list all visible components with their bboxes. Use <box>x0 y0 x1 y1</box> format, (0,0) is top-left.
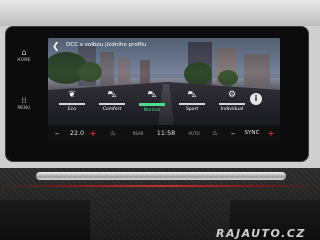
mode-normal[interactable]: ⛍ Normal <box>132 90 172 124</box>
mode-eco[interactable]: ❦ Eco <box>52 90 92 124</box>
mode-label: Eco <box>67 107 77 112</box>
chrome-trim-strip <box>36 172 286 180</box>
mode-comfort[interactable]: ⛍ Comfort <box>92 90 132 124</box>
eco-icon: ❦ <box>68 90 76 100</box>
mode-individual[interactable]: ⚙ Individual <box>212 90 252 124</box>
right-temp-up-button[interactable]: + <box>266 125 276 142</box>
rear-defrost-button[interactable]: REAR <box>128 125 148 142</box>
driving-profile-screen: ❮ DCC s volbou jízdního profilu ❦ Eco ⛍ … <box>48 38 280 125</box>
home-icon: ⌂ <box>21 48 27 57</box>
left-temperature: 22.0 <box>69 129 85 137</box>
climate-bar: – 22.0 + ♨ REAR 11:58 AUTO ♨ – SYNC + <box>48 125 280 142</box>
mode-indicator <box>179 103 205 105</box>
ambient-light-strip <box>0 185 320 187</box>
mode-label: Individual <box>220 107 244 112</box>
car-comfort-icon: ⛍ <box>107 90 117 100</box>
menu-button[interactable]: ⁞⁞ MENU <box>5 96 43 110</box>
sync-button[interactable]: SYNC <box>240 125 264 142</box>
hardware-button-column: ⌂ HOME ⁞⁞ MENU <box>5 26 43 162</box>
menu-label: MENU <box>17 105 31 110</box>
rear-defrost-label: REAR <box>132 131 144 136</box>
right-temp-down-button[interactable]: – <box>228 125 238 142</box>
home-label: HOME <box>17 57 31 62</box>
recirculation-button[interactable]: AUTO <box>184 125 204 142</box>
car-sport-icon: ⛍ <box>187 90 197 100</box>
grid-icon: ⁞⁞ <box>21 96 27 105</box>
dashboard-top <box>0 0 320 26</box>
mode-indicator <box>99 103 125 105</box>
mode-sport[interactable]: ⛍ Sport <box>172 90 212 124</box>
back-arrow-icon[interactable]: ❮ <box>52 42 62 52</box>
mode-indicator-active <box>139 103 165 106</box>
mode-indicator <box>219 103 245 105</box>
recirc-label: AUTO <box>188 131 200 136</box>
watermark-logo: RAJAUTO.CZ <box>216 227 306 240</box>
mode-indicator <box>59 103 85 105</box>
seat-heat-icon[interactable]: ♨ <box>106 125 120 142</box>
screen-title: DCC s volbou jízdního profilu <box>66 42 147 48</box>
left-temp-up-button[interactable]: + <box>88 125 98 142</box>
clock: 11:58 <box>156 129 176 137</box>
left-temp-down-button[interactable]: – <box>52 125 62 142</box>
home-button[interactable]: ⌂ HOME <box>5 48 43 62</box>
driving-mode-selector: ❦ Eco ⛍ Comfort ⛍ Normal ⛍ Sport ⚙ Indiv… <box>52 90 252 124</box>
individual-icon: ⚙ <box>227 90 237 100</box>
mode-label: Sport <box>185 107 199 112</box>
info-icon[interactable]: i <box>250 93 262 105</box>
air-vent-left <box>0 200 90 240</box>
mode-label: Normal <box>143 108 161 113</box>
seat-heat-icon[interactable]: ♨ <box>208 125 222 142</box>
mode-label: Comfort <box>102 107 122 112</box>
car-normal-icon: ⛍ <box>147 90 157 100</box>
svg-text:RAJAUTO.CZ: RAJAUTO.CZ <box>216 227 306 240</box>
